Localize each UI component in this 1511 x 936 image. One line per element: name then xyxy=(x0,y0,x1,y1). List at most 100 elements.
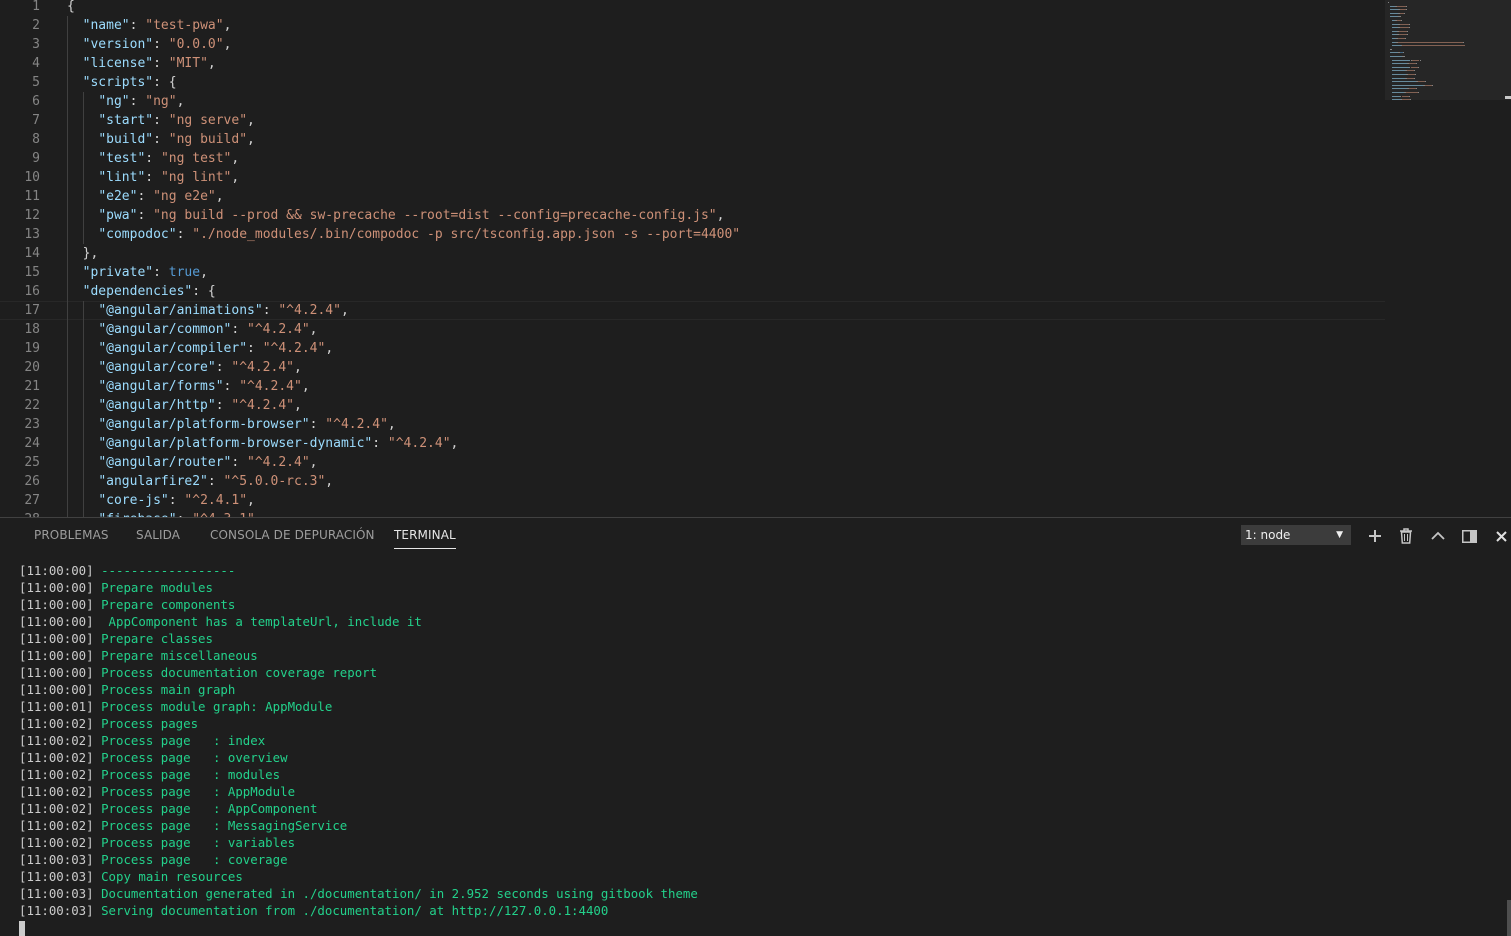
minimap-token xyxy=(1399,23,1409,25)
terminal-line: [11:00:02] Process pages xyxy=(19,715,198,732)
minimap-token xyxy=(1402,99,1410,101)
minimap-token xyxy=(1397,38,1406,39)
code-line[interactable]: 5 "scripts": { xyxy=(0,73,1385,92)
minimap-token xyxy=(1409,99,1411,101)
code-text: "e2e": "ng e2e", xyxy=(67,187,223,206)
code-token: : xyxy=(247,341,263,356)
terminal-line: [11:00:00] Prepare modules xyxy=(19,579,213,596)
code-token: , xyxy=(294,398,302,413)
minimap-token xyxy=(1389,56,1403,57)
tab-debug-console[interactable]: CONSOLA DE DEPURACIÓN xyxy=(210,526,375,548)
minimap-token xyxy=(1398,30,1407,32)
indent-guide xyxy=(82,92,84,244)
code-line[interactable]: 24 "@angular/platform-browser-dynamic": … xyxy=(0,434,1385,453)
terminal-message: Process page : overview xyxy=(93,750,288,765)
code-token: true xyxy=(168,265,201,280)
minimap-token xyxy=(1391,99,1401,101)
minimap-token xyxy=(1415,88,1417,90)
code-line[interactable]: 1{ xyxy=(0,0,1385,16)
code-token: , xyxy=(247,493,255,508)
minimap-token xyxy=(1397,16,1401,18)
minimap-token xyxy=(1406,34,1408,36)
code-text: "version": "0.0.0", xyxy=(67,35,232,54)
terminal-line: [11:00:02] Process page : AppModule xyxy=(19,783,295,800)
kill-terminal-button[interactable] xyxy=(1395,525,1417,547)
minimap-token xyxy=(1391,95,1400,97)
line-number: 24 xyxy=(24,436,40,451)
code-token: "version" xyxy=(82,37,154,52)
code-token: : xyxy=(153,37,169,52)
terminal-line: [11:00:02] Process page : index xyxy=(19,732,265,749)
code-line[interactable]: 8 "build": "ng build", xyxy=(0,130,1385,149)
code-line[interactable]: 15 "private": true, xyxy=(0,263,1385,282)
minimap-token xyxy=(1391,88,1407,90)
code-line[interactable]: 20 "@angular/core": "^4.2.4", xyxy=(0,358,1385,377)
code-token: : xyxy=(231,455,248,470)
new-terminal-button[interactable] xyxy=(1364,525,1386,547)
tab-output[interactable]: SALIDA xyxy=(136,526,180,548)
code-token: "@angular/platform-browser-dynamic" xyxy=(98,436,373,451)
code-line[interactable]: 16 "dependencies": { xyxy=(0,282,1385,301)
line-number: 17 xyxy=(24,303,40,318)
terminal-line: [11:00:02] Process page : AppComponent xyxy=(19,800,317,817)
code-line[interactable]: 25 "@angular/router": "^4.2.4", xyxy=(0,453,1385,472)
code-token: "@angular/forms" xyxy=(98,379,224,394)
code-line[interactable]: 18 "@angular/common": "^4.2.4", xyxy=(0,320,1385,339)
code-line[interactable]: 3 "version": "0.0.0", xyxy=(0,35,1385,54)
line-number: 27 xyxy=(24,493,40,508)
terminal-message: Process pages xyxy=(93,716,199,731)
code-line[interactable]: 10 "lint": "ng lint", xyxy=(0,168,1385,187)
terminal-message: Process page : modules xyxy=(93,767,281,782)
code-line[interactable]: 23 "@angular/platform-browser": "^4.2.4"… xyxy=(0,415,1385,434)
code-line[interactable]: 9 "test": "ng test", xyxy=(0,149,1385,168)
minimap-token xyxy=(1432,84,1434,86)
code-line[interactable]: 22 "@angular/http": "^4.2.4", xyxy=(0,396,1385,415)
code-token: "ng test" xyxy=(160,151,232,166)
code-line[interactable]: 17 "@angular/animations": "^4.2.4", xyxy=(0,301,1385,320)
code-text: "@angular/animations": "^4.2.4", xyxy=(67,301,348,320)
code-token: "^4.2.4" xyxy=(239,379,302,394)
code-token: , xyxy=(301,379,310,394)
minimap-token xyxy=(1408,23,1410,25)
tab-problems[interactable]: PROBLEMAS xyxy=(34,526,109,548)
close-panel-button[interactable] xyxy=(1490,525,1511,547)
code-editor[interactable]: 1{2 "name": "test-pwa", 3 "version": "0.0… xyxy=(0,0,1511,517)
terminal-scrollbar[interactable] xyxy=(1507,900,1511,936)
code-line[interactable]: 13 "compodoc": "./node_modules/.bin/comp… xyxy=(0,225,1385,244)
maximize-panel-button[interactable] xyxy=(1427,525,1449,547)
code-line[interactable]: 14 }, xyxy=(0,244,1385,263)
code-token: , xyxy=(325,474,334,489)
code-line[interactable]: 11 "e2e": "ng e2e", xyxy=(0,187,1385,206)
code-line[interactable]: 7 "start": "ng serve", xyxy=(0,111,1385,130)
code-text: "@angular/router": "^4.2.4", xyxy=(67,453,317,472)
terminal-timestamp: [11:00:02] xyxy=(19,801,94,816)
toggle-panel-position-button[interactable] xyxy=(1458,525,1480,547)
minimap-token xyxy=(1403,52,1405,54)
code-line[interactable]: 19 "@angular/compiler": "^4.2.4", xyxy=(0,339,1385,358)
minimap-token xyxy=(1410,66,1418,68)
line-number: 28 xyxy=(0,510,40,517)
code-token: "@angular/animations" xyxy=(98,303,263,318)
minimap[interactable] xyxy=(1385,0,1497,110)
code-line[interactable]: 2 "name": "test-pwa", xyxy=(0,16,1385,35)
terminal-timestamp: [11:00:00] xyxy=(19,614,94,629)
code-line[interactable]: 21 "@angular/forms": "^4.2.4", xyxy=(0,377,1385,396)
editor-vertical-scrollbar[interactable] xyxy=(1497,0,1511,517)
code-line[interactable]: 28 "firebase": "^4.3.1", xyxy=(0,510,1385,517)
minimap-token xyxy=(1419,59,1421,61)
code-line[interactable]: 6 "ng": "ng", xyxy=(0,92,1385,111)
code-line[interactable]: 26 "angularfire2": "^5.0.0-rc.3", xyxy=(0,472,1385,491)
tab-terminal[interactable]: TERMINAL xyxy=(394,526,456,549)
code-line[interactable]: 27 "core-js": "^2.4.1", xyxy=(0,491,1385,510)
code-token: , xyxy=(247,132,255,147)
code-line[interactable]: 12 "pwa": "ng build --prod && sw-precach… xyxy=(0,206,1385,225)
minimap-token xyxy=(1408,88,1416,90)
minimap-token xyxy=(1405,38,1407,39)
terminal-output[interactable]: [11:00:00] ------------------ [11:00:00] … xyxy=(0,560,1511,936)
code-line[interactable]: 4 "license": "MIT", xyxy=(0,54,1385,73)
minimap-token xyxy=(1389,52,1398,54)
terminal-instance-select[interactable]: 1: node ▼ xyxy=(1241,525,1351,545)
